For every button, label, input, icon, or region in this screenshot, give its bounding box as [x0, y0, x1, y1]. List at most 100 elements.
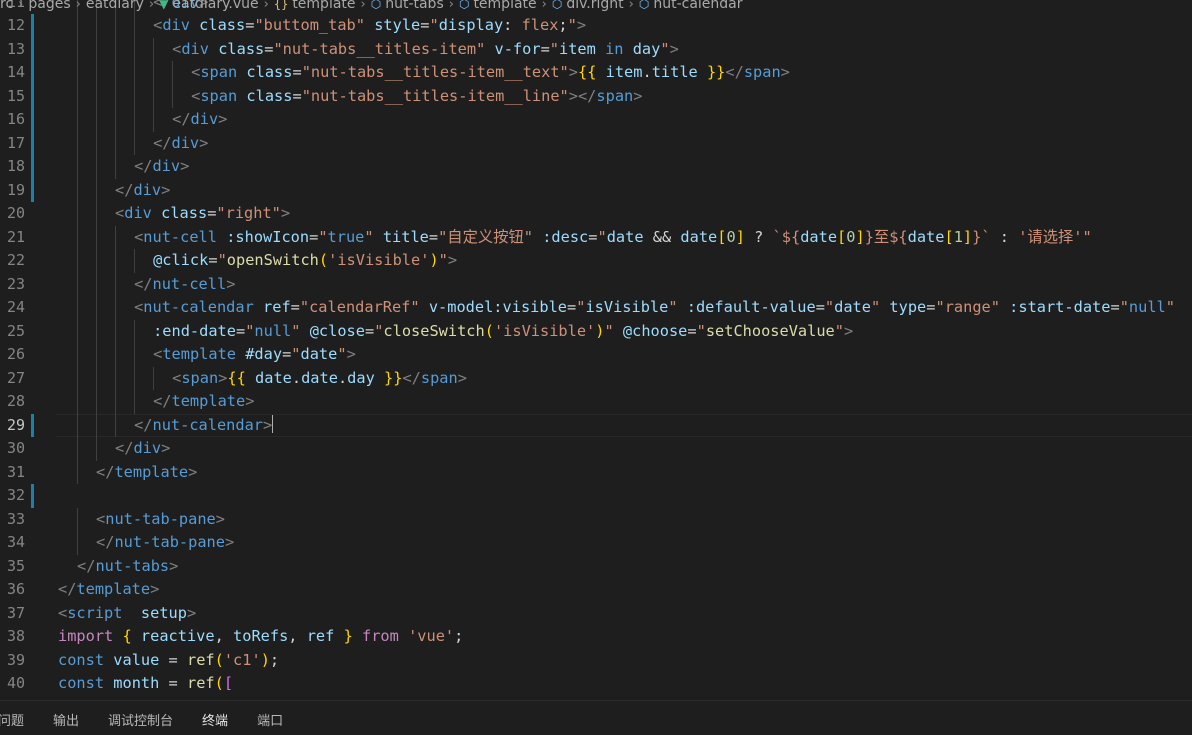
code-line[interactable]: 33 <nut-tab-pane> [0, 507, 1192, 531]
code-token: , [214, 627, 234, 645]
code-line[interactable]: 19 </div> [0, 178, 1192, 202]
code-line[interactable]: 25:end-date="null" @close="closeSwitch('… [0, 319, 1192, 343]
breadcrumb-item[interactable]: ⬡ nut-calendar [639, 0, 743, 12]
code-token: nut-tabs [95, 556, 170, 575]
code-token: > [843, 321, 854, 340]
code-token: {{ [227, 368, 246, 387]
line-number: 32 [6, 486, 25, 504]
code-line[interactable]: 18 </div> [0, 155, 1192, 179]
code-line[interactable]: 23 </nut-cell> [0, 272, 1192, 296]
code-line[interactable]: 40 const month = ref([ [0, 672, 1192, 696]
code-token: date [301, 368, 338, 387]
code-token: " [660, 39, 670, 58]
code-token: true [327, 227, 365, 246]
code-token: const [58, 650, 105, 669]
code-token: ( [484, 321, 494, 340]
code-line[interactable]: 34 </nut-tab-pane> [0, 531, 1192, 555]
code-token: ] [735, 227, 745, 246]
panel-tab[interactable]: 调试控制台 [108, 701, 173, 735]
indent-guide [115, 61, 117, 85]
breadcrumb-item[interactable]: ⬡ nut-tabs [371, 0, 444, 12]
code-token: reactive [140, 627, 215, 645]
code-token: null [1128, 298, 1166, 316]
code-line[interactable]: 15 <span class="nut-tabs__titles-item__li… [0, 84, 1192, 108]
element-cube-icon: ⬡ [551, 0, 563, 11]
code-line[interactable]: 13 <div class = "nut-tabs__titles-item" v-f… [0, 37, 1192, 61]
code-token: < [172, 39, 182, 58]
code-line[interactable]: 30 </div> [0, 437, 1192, 461]
line-number: 22 [6, 251, 25, 269]
code-line[interactable]: 35 </nut-tabs> [0, 555, 1192, 579]
code-line[interactable]: 37 <script setup> [0, 602, 1192, 626]
code-token: ; [558, 16, 568, 34]
panel-tab[interactable]: 终端 [202, 701, 228, 735]
indent-guide [77, 437, 79, 461]
code-line[interactable]: 17 </div> [0, 131, 1192, 155]
code-line[interactable]: 12 <div class="buttom_tab" style="display… [0, 14, 1192, 38]
code-line[interactable]: 16 </div> [0, 108, 1192, 132]
code-token: 0 [726, 227, 736, 246]
indent-guide [77, 531, 79, 555]
indent-guide [77, 108, 79, 132]
breadcrumb-item[interactable]: rc [0, 0, 13, 12]
code-token: day [347, 368, 375, 387]
code-token: " [1082, 227, 1092, 246]
code-line[interactable]: 38 import { reactive, toRefs, ref } from … [0, 625, 1192, 649]
git-modified-marker [31, 61, 34, 85]
code-line[interactable]: 32 [0, 484, 1192, 508]
code-line[interactable]: 28 </template> [0, 390, 1192, 414]
indent-guide [96, 343, 98, 367]
code-line[interactable]: 20 <div class="right"> [0, 202, 1192, 226]
breadcrumb-item[interactable]: {} template [274, 0, 356, 12]
code-editor[interactable]: 11 </div> 12 <div class="buttom_tab" style=… [0, 0, 1192, 700]
code-line[interactable]: 22 @click="openSwitch('isVisible')"> [0, 249, 1192, 273]
code-token: const [58, 674, 105, 692]
code-token: < [58, 603, 68, 622]
code-token: " [438, 251, 448, 269]
code-token: </ [153, 133, 172, 152]
line-number: 21 [6, 227, 25, 246]
breadcrumb-item[interactable]: ⬡ div.right [552, 0, 624, 12]
indent-guide [96, 155, 98, 179]
code-line[interactable]: 26 <template #day="date"> [0, 343, 1192, 367]
code-line[interactable]: 24 <nut-calendar ref="calendarRef" v-mode… [0, 296, 1192, 320]
line-number: 29 [6, 415, 25, 434]
code-token: </ [96, 533, 115, 551]
breadcrumb-item[interactable]: ▼ eatdiary.vue [159, 0, 259, 12]
code-line[interactable]: 14 <span class="nut-tabs__titles-item__te… [0, 61, 1192, 85]
breadcrumb-item[interactable]: eatdiary [86, 0, 144, 12]
panel-tab[interactable]: 问题 [0, 701, 24, 735]
code-line[interactable]: 21 <nut-cell :showIcon="true" title="自定义按… [0, 225, 1192, 250]
indent-guide [115, 108, 117, 132]
line-number: 17 [6, 133, 25, 152]
code-line[interactable]: 39 const value = ref('c1'); [0, 649, 1192, 673]
panel-tab[interactable]: 输出 [53, 701, 79, 735]
code-line[interactable]: 27 <span>{{ date.date.day }}</span> [0, 366, 1192, 390]
indent-guide [153, 37, 155, 61]
code-token: < [153, 345, 163, 363]
line-number: 35 [6, 556, 25, 575]
breadcrumb-item[interactable]: ⬡ template [459, 0, 537, 12]
code-token: ( [214, 674, 224, 692]
breadcrumb-separator-icon: › [263, 0, 269, 12]
breadcrumb-label: template [292, 0, 356, 12]
indent-guide [115, 225, 117, 249]
indent-guide [77, 225, 79, 249]
indent-guide [96, 61, 98, 85]
git-modified-marker [31, 14, 34, 38]
code-text: <nut-cell :showIcon="true" title="自定义按钮"… [134, 226, 1092, 250]
panel-tab[interactable]: 端口 [257, 701, 283, 735]
code-token: title [651, 63, 698, 81]
code-line[interactable]: 36 </template> [0, 578, 1192, 602]
code-token: div [162, 16, 190, 34]
code-token: item [559, 39, 596, 58]
code-line[interactable]: 29 </nut-calendar> [0, 413, 1192, 437]
indent-guide [77, 319, 79, 343]
breadcrumb-item[interactable]: pages [28, 0, 70, 12]
code-line[interactable]: 31 </template> [0, 460, 1192, 484]
